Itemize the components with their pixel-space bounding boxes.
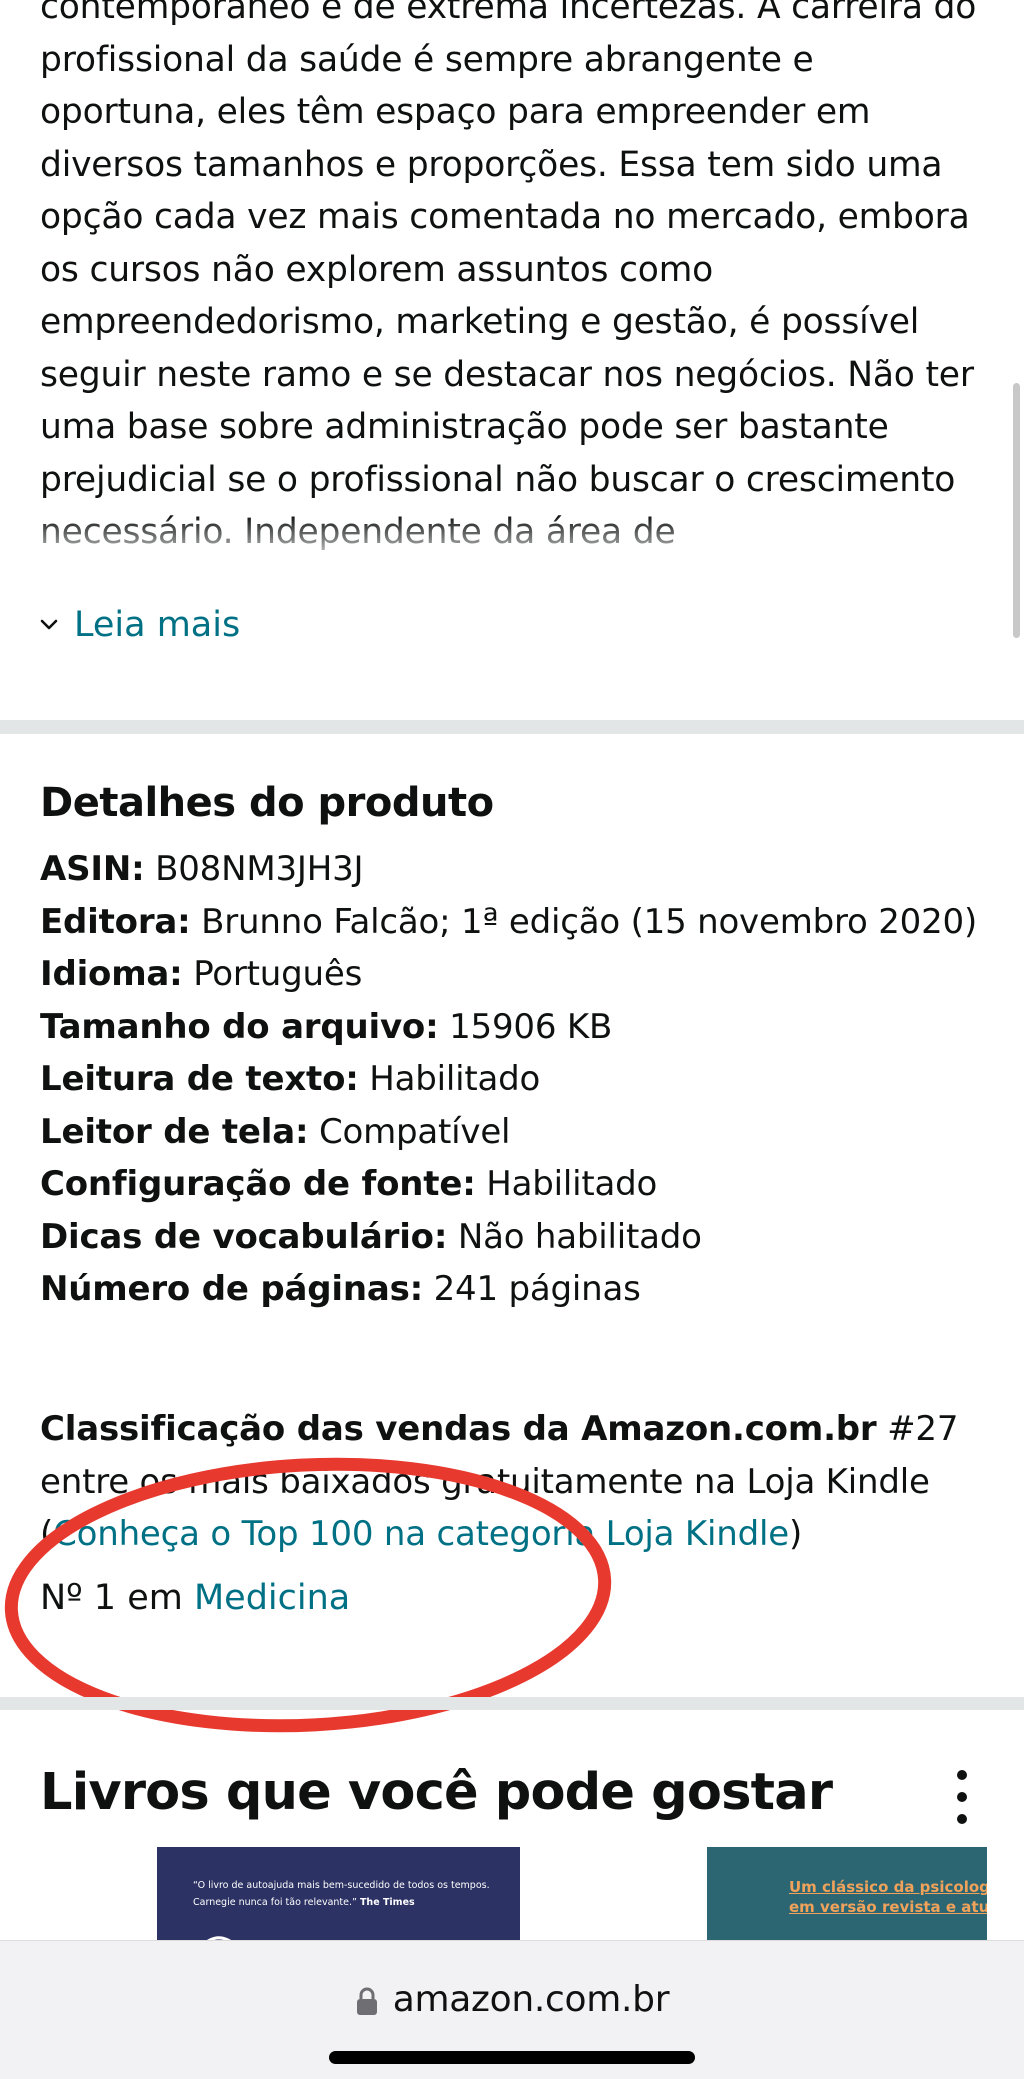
kebab-dot xyxy=(957,1770,967,1780)
url-text: amazon.com.br xyxy=(392,1979,670,2020)
detail-value: Habilitado xyxy=(486,1164,658,1204)
close-paren: ) xyxy=(788,1514,803,1554)
detail-page-count: Número de páginas: 241 páginas xyxy=(40,1263,990,1316)
sales-rank-description: entre os mais baixados gratuitamente na … xyxy=(40,1461,930,1502)
read-more-link[interactable]: Leia mais xyxy=(40,600,240,650)
browser-address-bar: amazon.com.br xyxy=(0,1940,1024,2079)
kebab-dot xyxy=(957,1792,967,1802)
detail-label: ASIN: xyxy=(40,849,145,889)
read-more-label: Leia mais xyxy=(74,605,241,645)
sales-rank: Classificação das vendas da Amazon.com.b… xyxy=(40,1403,1000,1561)
detail-screen-reader: Leitor de tela: Compatível xyxy=(40,1106,990,1159)
detail-label: Idioma: xyxy=(40,954,183,994)
blurb-source: The Times xyxy=(359,1897,415,1908)
detail-value: Português xyxy=(193,954,363,994)
description-fade xyxy=(40,515,990,575)
detail-label: Leitor de tela: xyxy=(40,1111,309,1152)
blurb-quote: “O livro de autoajuda mais bem-sucedido … xyxy=(193,1880,490,1908)
category-rank-prefix: Nº 1 em xyxy=(40,1578,183,1618)
book-cover-2[interactable]: Um clássico da psicologia em versão revi… xyxy=(707,1847,987,1942)
top-100-link[interactable]: Conheça o Top 100 na categoria Loja Kind… xyxy=(53,1514,789,1554)
lock-icon xyxy=(355,1984,381,2016)
url-field[interactable]: amazon.com.br xyxy=(0,1979,1024,2020)
detail-value: Habilitado xyxy=(369,1059,541,1099)
sales-rank-text: Classificação das vendas da Amazon.com.b… xyxy=(40,1403,1000,1561)
detail-label: Tamanho do arquivo: xyxy=(40,1006,439,1047)
detail-language: Idioma: Português xyxy=(40,948,990,1001)
product-description: contemporâneo e de extrema incertezas. A… xyxy=(40,0,990,590)
open-paren: ( xyxy=(40,1514,54,1554)
detail-value: 15906 KB xyxy=(449,1006,613,1047)
home-indicator[interactable] xyxy=(329,2051,695,2064)
detail-publisher: Editora: Brunno Falcão; 1ª edição (15 no… xyxy=(40,896,990,949)
detail-value: Não habilitado xyxy=(457,1216,702,1257)
details-title: Detalhes do produto xyxy=(40,780,494,826)
description-text: contemporâneo e de extrema incertezas. A… xyxy=(40,0,977,552)
sales-rank-label: Classificação das vendas da Amazon.com.b… xyxy=(40,1409,877,1449)
tagline-line-1: Um clássico da psicologia xyxy=(789,1878,987,1896)
sales-rank-number: #27 xyxy=(887,1409,959,1449)
detail-word-wise: Dicas de vocabulário: Não habilitado xyxy=(40,1211,990,1264)
book-cover-blurb: “O livro de autoajuda mais bem-sucedido … xyxy=(193,1877,503,1911)
kebab-dot xyxy=(957,1814,967,1824)
product-details-list: ASIN: B08NM3JH3J Editora: Brunno Falcão;… xyxy=(40,843,990,1316)
detail-label: Editora: xyxy=(40,901,191,942)
detail-asin: ASIN: B08NM3JH3J xyxy=(40,843,990,896)
more-vertical-icon[interactable] xyxy=(950,1770,974,1824)
detail-file-size: Tamanho do arquivo: 15906 KB xyxy=(40,1001,990,1054)
detail-typesetting: Configuração de fonte: Habilitado xyxy=(40,1158,990,1211)
detail-text-to-speech: Leitura de texto: Habilitado xyxy=(40,1053,990,1106)
detail-label: Número de páginas: xyxy=(40,1269,424,1309)
detail-label: Leitura de texto: xyxy=(40,1059,359,1099)
section-divider xyxy=(0,1697,1024,1710)
detail-value: B08NM3JH3J xyxy=(155,849,364,889)
chevron-down-icon xyxy=(40,600,66,650)
detail-label: Configuração de fonte: xyxy=(40,1164,476,1204)
detail-value: 241 páginas xyxy=(433,1269,641,1309)
detail-label: Dicas de vocabulário: xyxy=(40,1216,448,1257)
recommendations-title: Livros que você pode gostar xyxy=(40,1763,833,1822)
scrollbar[interactable] xyxy=(1013,383,1020,638)
category-rank: Nº 1 em Medicina xyxy=(40,1572,350,1624)
category-link-medicina[interactable]: Medicina xyxy=(194,1578,350,1618)
detail-value: Compatível xyxy=(318,1111,511,1152)
section-divider xyxy=(0,720,1024,734)
book-cover-tagline: Um clássico da psicologia em versão revi… xyxy=(789,1877,987,1917)
book-cover-1[interactable]: “O livro de autoajuda mais bem-sucedido … xyxy=(157,1847,520,1942)
tagline-line-2: em versão revista e atualiza xyxy=(789,1898,987,1916)
detail-value: Brunno Falcão; 1ª edição (15 novembro 20… xyxy=(201,901,978,942)
description-clip: contemporâneo e de extrema incertezas. A… xyxy=(40,0,990,575)
